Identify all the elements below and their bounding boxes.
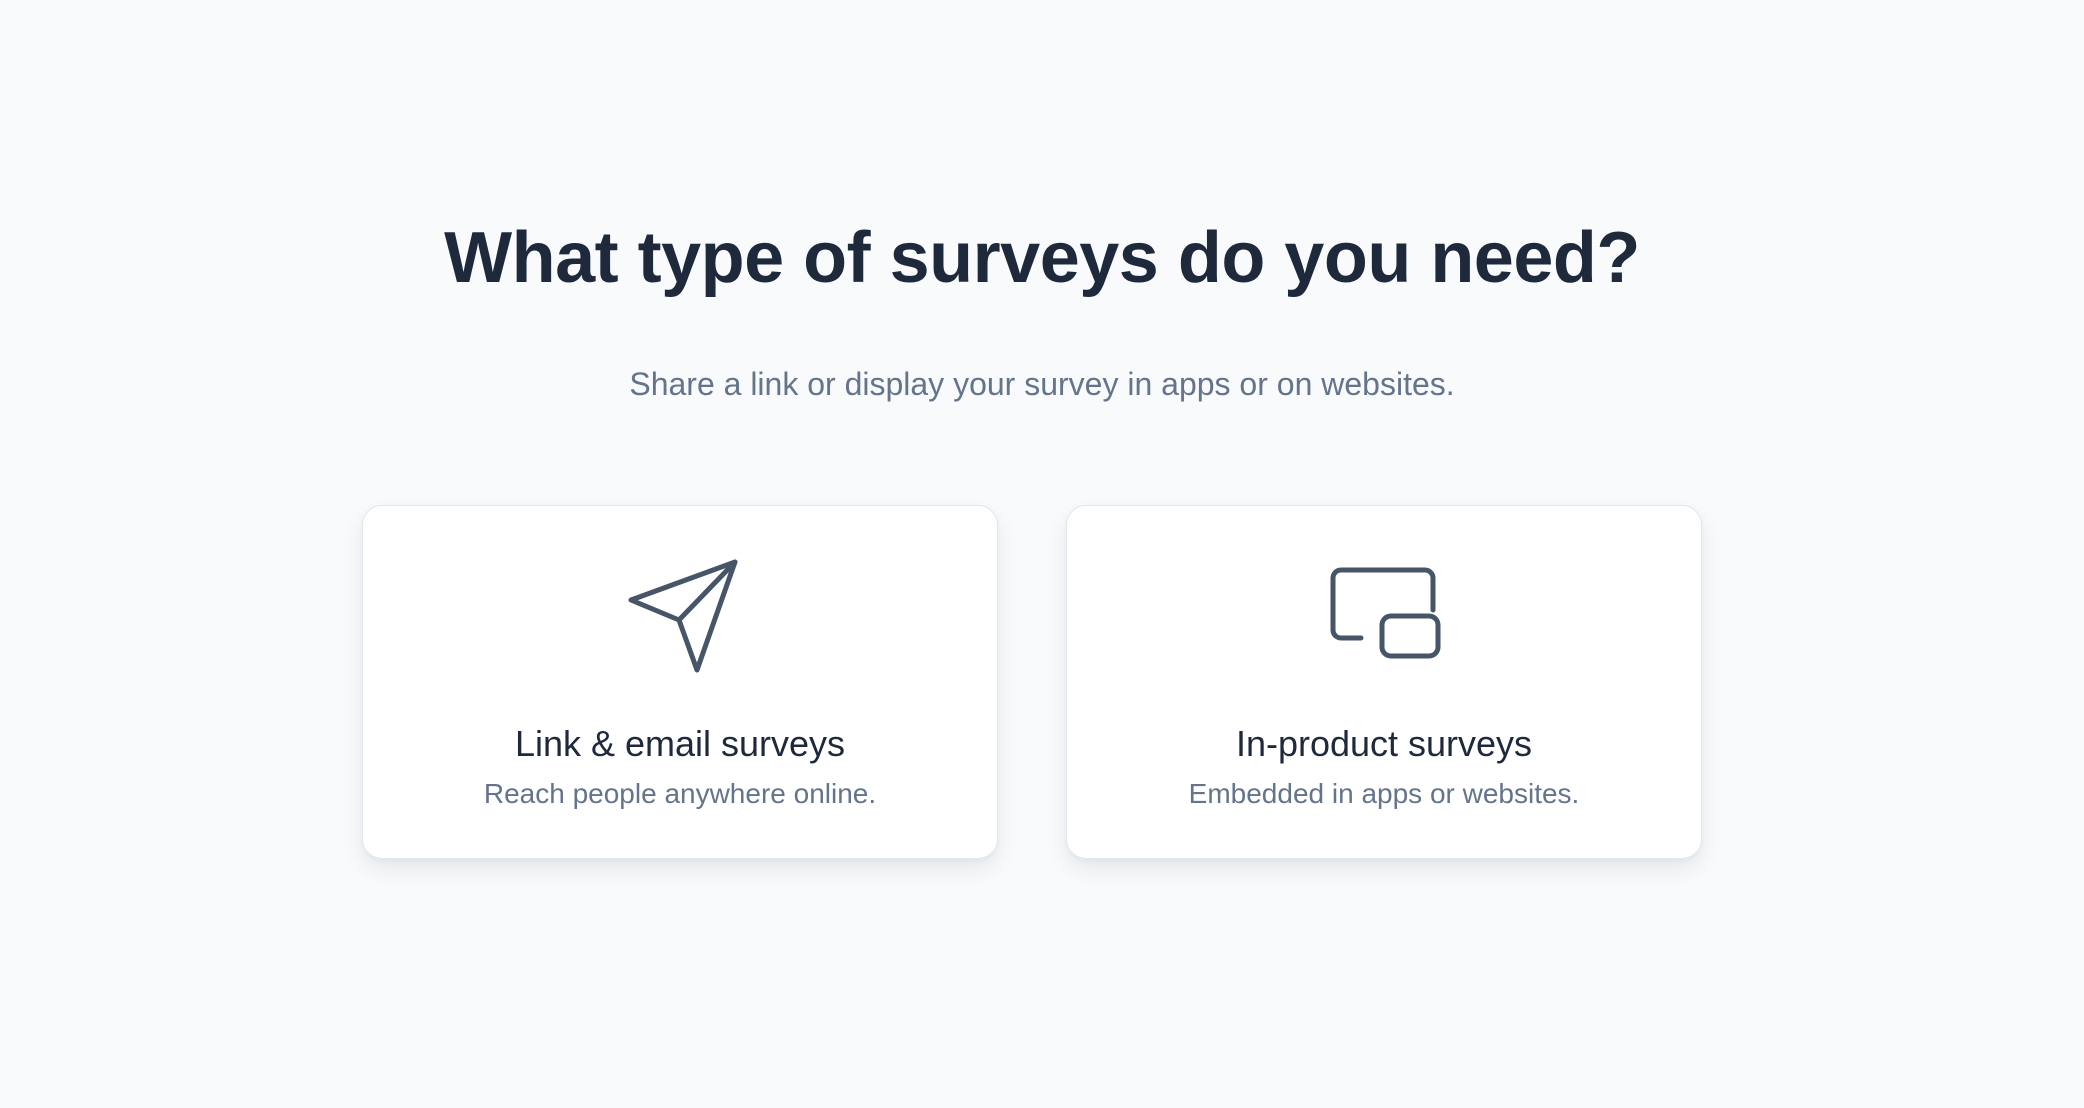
page-subtitle: Share a link or display your survey in a… bbox=[629, 366, 1455, 402]
card-title: In-product surveys bbox=[1235, 723, 1533, 764]
card-description: Reach people anywhere online. bbox=[483, 778, 877, 809]
survey-type-page: What type of surveys do you need? Share … bbox=[0, 0, 2084, 1108]
paper-plane-icon bbox=[623, 558, 739, 674]
link-email-surveys-card[interactable]: Link & email surveys Reach people anywhe… bbox=[362, 505, 998, 859]
card-title: Link & email surveys bbox=[514, 723, 846, 764]
card-description: Embedded in apps or websites. bbox=[1188, 778, 1580, 809]
page-title: What type of surveys do you need? bbox=[444, 218, 1640, 298]
picture-in-picture-icon bbox=[1327, 558, 1443, 674]
in-product-surveys-card[interactable]: In-product surveys Embedded in apps or w… bbox=[1066, 505, 1702, 859]
